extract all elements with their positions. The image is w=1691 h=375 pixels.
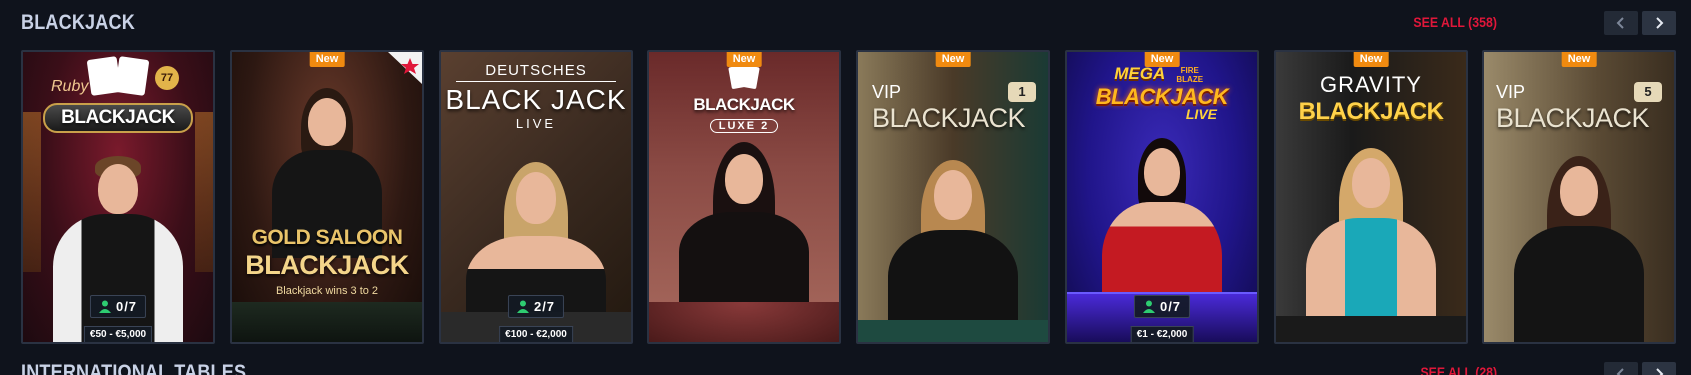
game-card-vip-blackjack-5[interactable]: New VIP BLACKJACK 5 xyxy=(1482,50,1676,344)
logo-badge: 5 xyxy=(1634,82,1662,102)
dealer-image xyxy=(679,142,809,312)
game-card-deutsches-blackjack[interactable]: DEUTSCHES BLACK JACK LIVE 2/7 €100 - €2,… xyxy=(439,50,633,344)
new-badge: New xyxy=(935,52,971,67)
game-logo: GRAVITY BLACKJACK xyxy=(1298,72,1444,125)
game-card-blackjack-luxe-2[interactable]: New BLACKJACK LUXE 2 xyxy=(647,50,841,344)
carousel-prev-button[interactable] xyxy=(1604,11,1638,35)
new-badge: New xyxy=(1561,52,1597,67)
next-carousel-next-button[interactable] xyxy=(1642,362,1676,375)
chevron-right-icon xyxy=(1656,368,1664,375)
person-icon xyxy=(98,300,111,313)
bet-limits: €50 - €5,000 xyxy=(83,326,153,342)
game-logo: VIP BLACKJACK 5 xyxy=(1484,82,1674,134)
next-section-title: INTERNATIONAL TABLES xyxy=(21,361,247,375)
chevron-right-icon xyxy=(1656,17,1664,29)
next-see-all-link[interactable]: SEE ALL (28) xyxy=(1420,364,1497,375)
seat-availability: 2/7 xyxy=(507,295,565,318)
logo-badge: 77 xyxy=(155,66,179,90)
game-card-mega-fire-blaze-blackjack[interactable]: New MEGA FIRE BLAZE BLACKJACK LIVE 0/7 €… xyxy=(1065,50,1259,344)
new-badge: New xyxy=(1353,52,1389,67)
dealer-image xyxy=(1306,148,1436,342)
seat-availability: 0/7 xyxy=(89,295,147,318)
person-icon xyxy=(1142,300,1155,313)
game-card-ruby-blackjack[interactable]: Ruby 77 BLACKJACK 0/7 €50 - €5,000 xyxy=(21,50,215,344)
bet-limits: €1 - €2,000 xyxy=(1130,326,1194,342)
dealer-image xyxy=(1514,156,1644,342)
game-carousel: Ruby 77 BLACKJACK 0/7 €50 - €5,000 New G… xyxy=(21,50,1681,344)
see-all-link[interactable]: SEE ALL (358) xyxy=(1413,14,1497,30)
carousel-next-button[interactable] xyxy=(1642,11,1676,35)
chevron-left-icon xyxy=(1616,17,1624,29)
game-card-vip-blackjack-1[interactable]: New VIP BLACKJACK 1 xyxy=(856,50,1050,344)
person-icon xyxy=(516,300,529,313)
chevron-left-icon xyxy=(1616,368,1624,375)
playing-card-icon xyxy=(740,64,760,90)
next-section-header: INTERNATIONAL TABLES SEE ALL (28) xyxy=(0,356,1691,375)
new-badge: New xyxy=(726,52,762,67)
game-logo: MEGA FIRE BLAZE BLACKJACK LIVE xyxy=(1095,64,1229,122)
dealer-image xyxy=(888,160,1018,342)
new-badge: New xyxy=(309,52,345,67)
new-badge: New xyxy=(1144,52,1180,67)
section-header: BLACKJACK SEE ALL (358) xyxy=(0,0,1691,48)
game-logo: DEUTSCHES BLACK JACK LIVE xyxy=(445,62,627,131)
seat-availability: 0/7 xyxy=(1133,295,1191,318)
game-card-gold-saloon-blackjack[interactable]: New GOLD SALOON BLACKJACK Blackjack wins… xyxy=(230,50,424,344)
logo-badge: 1 xyxy=(1008,82,1036,102)
game-logo: BLACKJACK LUXE 2 xyxy=(649,64,839,134)
star-icon xyxy=(388,52,422,84)
bet-limits: €100 - €2,000 xyxy=(499,326,573,342)
game-logo: VIP BLACKJACK 1 xyxy=(858,82,1048,134)
playing-card-icon xyxy=(114,56,150,96)
game-card-gravity-blackjack[interactable]: New GRAVITY BLACKJACK xyxy=(1274,50,1468,344)
next-carousel-prev-button[interactable] xyxy=(1604,362,1638,375)
game-logo: Ruby 77 BLACKJACK xyxy=(23,56,213,133)
game-logo: GOLD SALOON BLACKJACK Blackjack wins 3 t… xyxy=(245,226,409,297)
section-title: BLACKJACK xyxy=(21,11,135,34)
